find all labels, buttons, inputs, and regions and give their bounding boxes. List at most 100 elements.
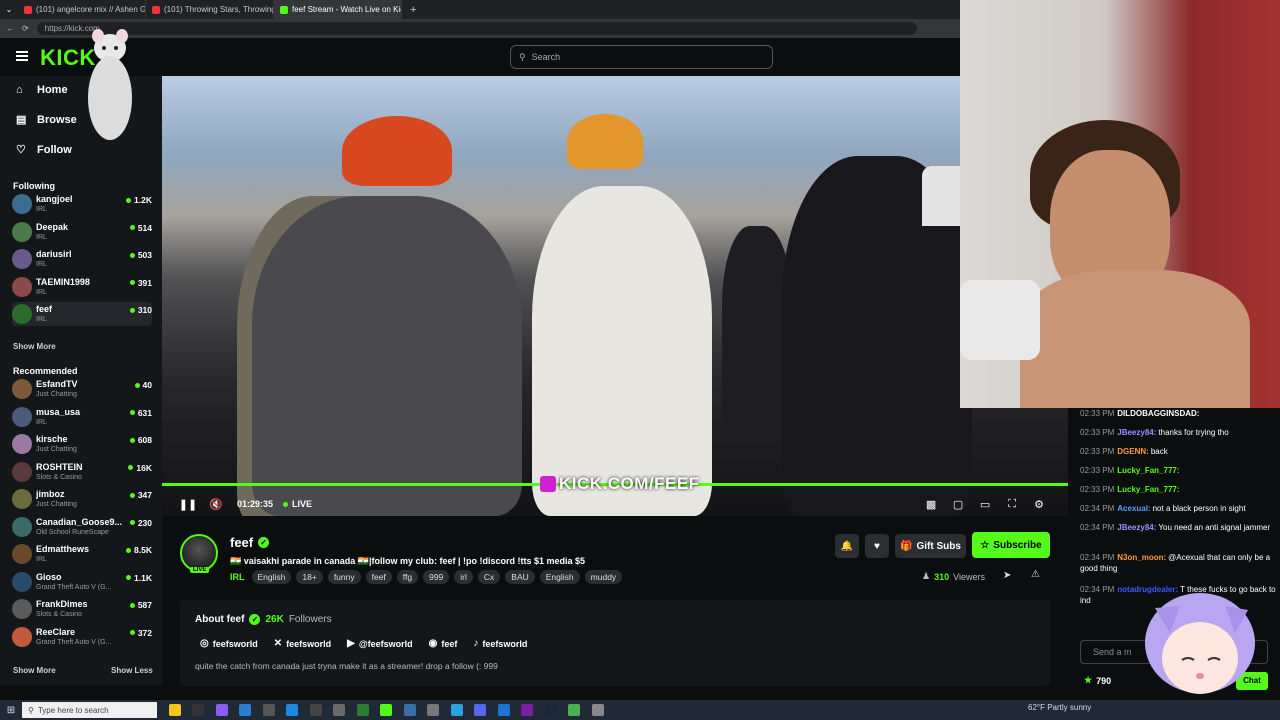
taskbar-app-icon[interactable] xyxy=(544,704,557,716)
channel-name: EsfandTV xyxy=(36,379,78,389)
stream-tag[interactable]: muddy xyxy=(584,570,623,584)
url-field[interactable]: https://kick.com xyxy=(36,22,917,35)
browser-tab-active[interactable]: feef Stream - Watch Live on Kick✕ xyxy=(274,0,402,19)
chat-username[interactable]: N3on_moon: xyxy=(1117,553,1166,562)
menu-icon[interactable] xyxy=(16,51,28,61)
channel-avatar xyxy=(12,516,32,537)
category-link[interactable]: IRL xyxy=(230,572,245,582)
streamer-name[interactable]: feef ✓ xyxy=(230,535,270,550)
chat-username[interactable]: JBeezy84: xyxy=(1117,428,1156,437)
sidebar-channel[interactable]: Edmatthews IRL 8.5K xyxy=(12,542,152,566)
taskbar-app-icon[interactable] xyxy=(450,704,463,716)
taskbar-app-icon[interactable] xyxy=(333,704,345,716)
social-link[interactable]: ◉ feef xyxy=(429,638,458,649)
taskbar-app-icon[interactable] xyxy=(239,704,251,716)
browser-tab[interactable]: (101) Throwing Stars, Throwing In✕ xyxy=(146,0,274,19)
chat-username[interactable]: Lucky_Fan_777: xyxy=(1117,466,1179,475)
follow-heart-button[interactable]: ♥ xyxy=(865,534,889,558)
windows-start-icon[interactable]: ⊞ xyxy=(0,705,22,716)
gift-subs-button[interactable]: 🎁 Gift Subs xyxy=(895,534,966,558)
stream-tag[interactable]: funny xyxy=(327,570,361,584)
taskbar-app-icon[interactable] xyxy=(474,704,486,716)
stream-tag[interactable]: Cx xyxy=(477,570,501,584)
taskbar-app-icon[interactable] xyxy=(427,704,439,716)
taskbar-app-icon[interactable] xyxy=(262,704,275,716)
chat-username[interactable]: DILDOBAGGINSDAD: xyxy=(1117,409,1199,418)
mute-icon[interactable]: 🔇 xyxy=(209,497,223,511)
chat-username[interactable]: JBeezy84: xyxy=(1117,523,1156,532)
fullscreen-icon[interactable]: ⛶ xyxy=(1005,497,1019,511)
taskbar-app-icon[interactable] xyxy=(286,704,298,716)
stream-tag[interactable]: irl xyxy=(454,570,473,584)
sidebar-channel[interactable]: musa_usa IRL 631 xyxy=(12,405,152,429)
stream-tag[interactable]: ffg xyxy=(396,570,419,584)
webcam-overlay xyxy=(960,0,1280,408)
stream-tag[interactable]: English xyxy=(539,570,580,584)
back-icon[interactable]: ← xyxy=(6,24,14,33)
settings-gear-icon[interactable]: ⚙ xyxy=(1032,497,1046,511)
nav-home[interactable]: ⌂ Home xyxy=(16,84,68,96)
sidebar-channel[interactable]: dariusirl IRL 503 xyxy=(12,247,152,271)
show-more-recommended[interactable]: Show More xyxy=(13,666,56,675)
taskbar-search[interactable]: ⚲ Type here to search xyxy=(22,702,157,718)
stream-tag[interactable]: 18+ xyxy=(296,570,323,584)
taskbar-app-icon[interactable] xyxy=(380,704,392,716)
theater-mode-icon[interactable]: ▭ xyxy=(978,497,992,511)
nav-following[interactable]: ♡ Follow xyxy=(16,144,72,156)
show-less-recommended[interactable]: Show Less xyxy=(111,666,153,675)
taskbar-app-icon[interactable] xyxy=(521,704,533,716)
sidebar-channel[interactable]: feef IRL 310 xyxy=(12,302,152,326)
sidebar-channel[interactable]: TAEMIN1998 IRL 391 xyxy=(12,275,152,299)
reload-icon[interactable]: ⟳ xyxy=(22,24,29,33)
pip-icon[interactable]: ▩ xyxy=(924,497,938,511)
sidebar-channel[interactable]: Gioso Grand Theft Auto V (G... 1.1K xyxy=(12,570,152,594)
chat-username[interactable]: Acexual: xyxy=(1117,504,1150,513)
show-more-following[interactable]: Show More xyxy=(13,342,56,351)
social-link[interactable]: ▶ @feefsworld xyxy=(347,638,413,649)
taskbar-app-icon[interactable] xyxy=(309,704,322,716)
channel-category: Grand Theft Auto V (G... xyxy=(36,638,112,646)
social-link[interactable]: ◎ feefsworld xyxy=(200,638,258,649)
taskbar-app-icon[interactable] xyxy=(591,704,604,716)
taskbar-app-icon[interactable] xyxy=(568,704,580,716)
social-link[interactable]: ♪ feefsworld xyxy=(473,638,527,649)
chat-username[interactable]: DGENN: xyxy=(1117,447,1149,456)
notification-bell-button[interactable]: 🔔 xyxy=(835,534,859,558)
report-warning-icon[interactable]: ⚠ xyxy=(1031,569,1040,580)
stream-tag[interactable]: English xyxy=(251,570,292,584)
sidebar-channel[interactable]: FrankDimes Slots & Casino 587 xyxy=(12,597,152,621)
clip-icon[interactable]: ▢ xyxy=(951,497,965,511)
subscribe-button[interactable]: ☆ Subscribe xyxy=(972,532,1050,558)
new-tab-icon[interactable]: + xyxy=(410,4,416,16)
sidebar-channel[interactable]: jimboz Just Chatting 347 xyxy=(12,487,152,511)
sidebar-channel[interactable]: ROSHTEIN Slots & Casino 16K xyxy=(12,460,152,484)
taskbar-app-icon[interactable] xyxy=(192,704,204,716)
taskbar-app-icon[interactable] xyxy=(497,704,510,716)
sidebar-channel[interactable]: ReeClare Grand Theft Auto V (G... 372 xyxy=(12,625,152,649)
taskbar-app-icon[interactable] xyxy=(356,704,369,716)
stream-tag[interactable]: 999 xyxy=(423,570,450,584)
taskbar-app-icon[interactable] xyxy=(168,704,181,716)
sidebar-channel[interactable]: kirsche Just Chatting 608 xyxy=(12,432,152,456)
taskbar-app-icon[interactable] xyxy=(403,704,416,716)
weather-widget[interactable]: 62°F Partly sunny xyxy=(1028,703,1091,712)
tab-menu-icon[interactable]: ⌄ xyxy=(0,3,18,17)
share-icon[interactable]: ➤ xyxy=(1003,570,1011,581)
social-link[interactable]: ✕ feefsworld xyxy=(274,638,331,649)
search-placeholder: Search xyxy=(531,52,561,62)
stream-tag[interactable]: BAU xyxy=(505,570,535,584)
chat-username[interactable]: Lucky_Fan_777: xyxy=(1117,485,1179,494)
sidebar-channel[interactable]: Canadian_Goose9... Old School RuneScape 23… xyxy=(12,515,152,539)
pause-icon[interactable]: ❚❚ xyxy=(179,497,197,511)
stream-tag[interactable]: feef xyxy=(365,570,392,584)
sidebar-channel[interactable]: kangjoel IRL 1.2K xyxy=(12,192,152,216)
browser-tab[interactable]: (101) angelcore mix // Ashen Glo✕ xyxy=(18,0,146,19)
search-input[interactable]: ⚲ Search xyxy=(510,45,773,69)
chat-timestamp: 02:33 PM xyxy=(1080,466,1115,475)
channel-points[interactable]: ★ 790 xyxy=(1084,675,1111,686)
nav-browse[interactable]: ▤ Browse xyxy=(16,114,77,126)
sidebar-channel[interactable]: EsfandTV Just Chatting 40 xyxy=(12,377,152,401)
video-player[interactable] xyxy=(162,76,1068,516)
sidebar-channel[interactable]: Deepak IRL 514 xyxy=(12,220,152,244)
taskbar-app-icon[interactable] xyxy=(215,704,228,716)
